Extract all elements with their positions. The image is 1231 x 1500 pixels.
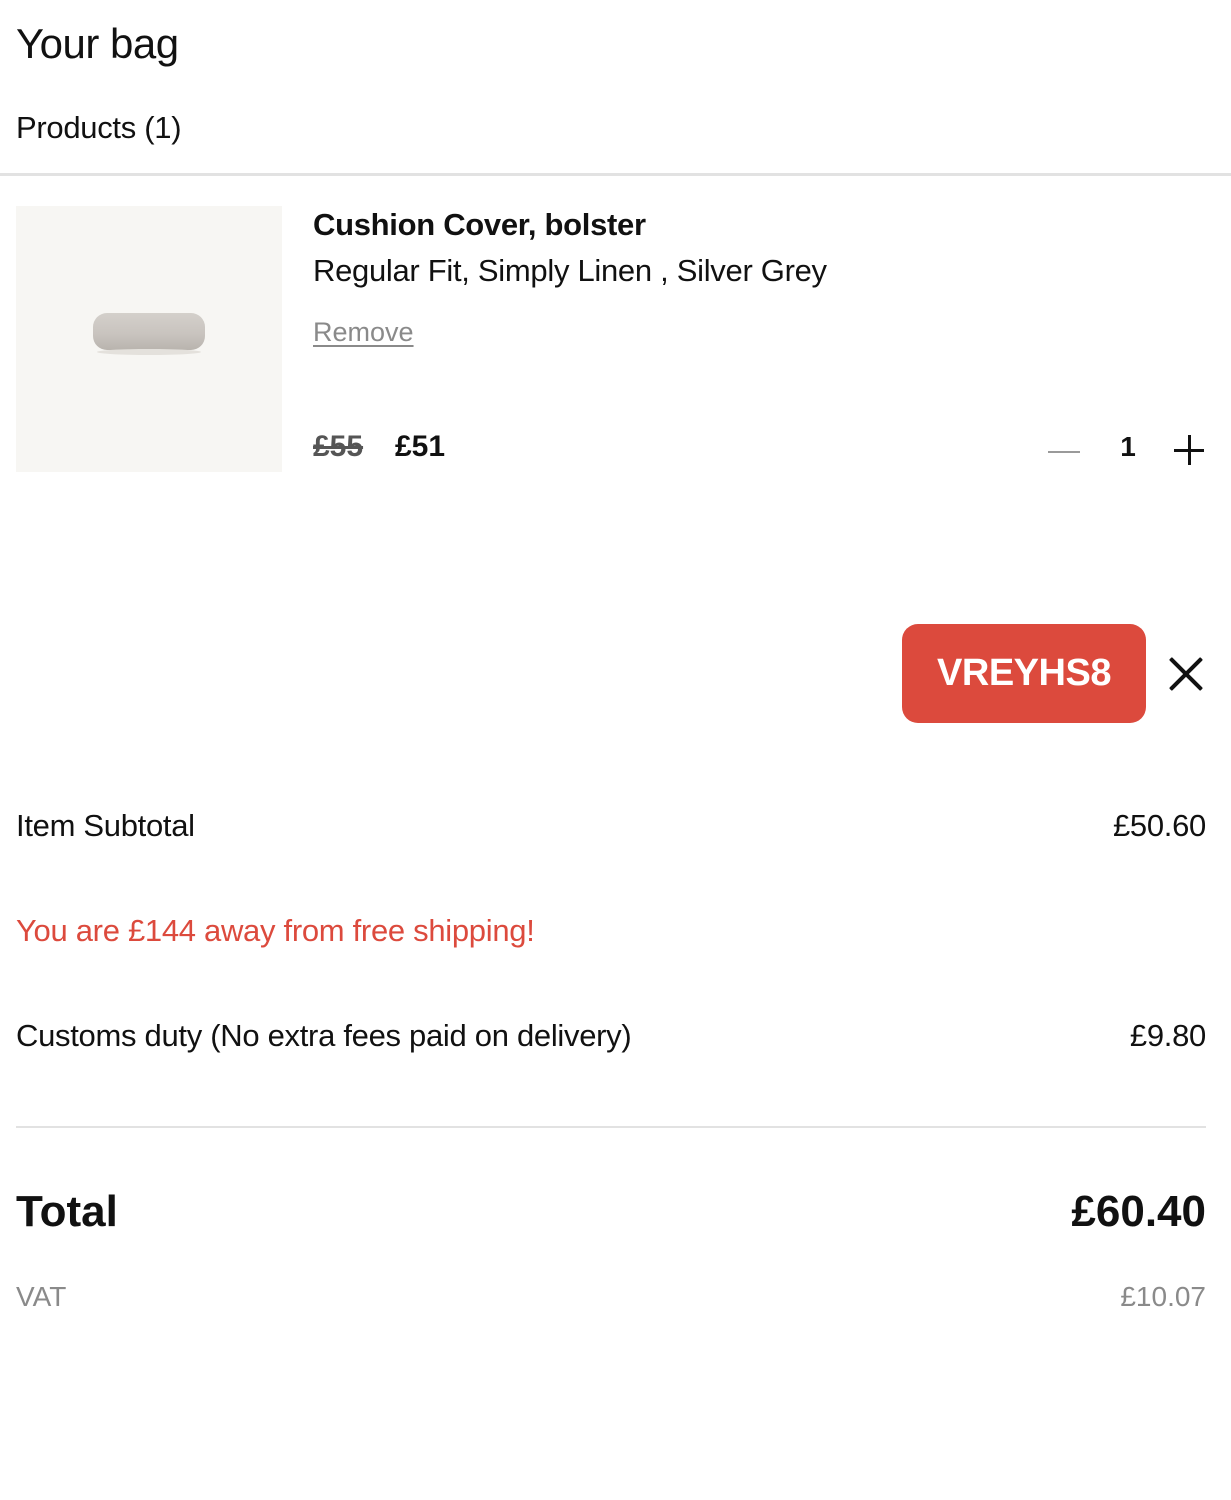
- remove-item-link[interactable]: Remove: [313, 314, 414, 350]
- customs-duty-label: Customs duty (No extra fees paid on deli…: [16, 1018, 632, 1053]
- free-shipping-message: You are £144 away from free shipping!: [16, 913, 535, 948]
- total-value: £60.40: [1071, 1187, 1206, 1236]
- product-image[interactable]: [16, 206, 282, 472]
- original-price: £55: [313, 430, 364, 463]
- page-title: Your bag: [16, 20, 179, 67]
- products-count: Products (1): [16, 110, 182, 145]
- decrease-quantity-button[interactable]: [1046, 432, 1082, 468]
- subtotal-value: £50.60: [1112, 808, 1206, 843]
- increase-quantity-button[interactable]: [1172, 432, 1208, 468]
- sale-price: £51: [395, 430, 446, 463]
- subtotal-label: Item Subtotal: [16, 808, 195, 843]
- promo-code-badge: VREYHS8: [902, 624, 1146, 723]
- vat-label: VAT: [16, 1281, 67, 1312]
- summary-divider: [16, 1126, 1206, 1128]
- total-label: Total: [16, 1187, 118, 1236]
- close-icon[interactable]: [1163, 651, 1209, 697]
- vat-value: £10.07: [1120, 1281, 1206, 1312]
- customs-duty-value: £9.80: [1129, 1018, 1206, 1053]
- bolster-cushion-image: [93, 313, 205, 355]
- product-name[interactable]: Cushion Cover, bolster: [313, 205, 646, 245]
- product-variant: Regular Fit, Simply Linen , Silver Grey: [313, 253, 827, 288]
- quantity-value: 1: [1120, 431, 1136, 462]
- header-divider: [0, 173, 1231, 176]
